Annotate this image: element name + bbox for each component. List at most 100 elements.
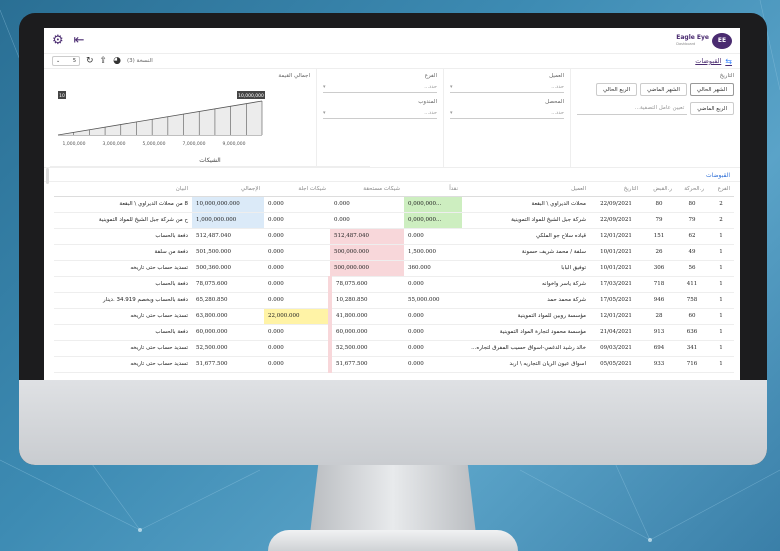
filters-panel: التاريخ الشهر الحالي الشهر الماضي الربع …	[44, 68, 740, 168]
table-scrollbar[interactable]	[46, 168, 49, 184]
column-header[interactable]: ر.الحركة	[676, 182, 708, 197]
table-cell: 79	[642, 212, 676, 229]
filter-input[interactable]: تعيين عامل التصفية...	[577, 102, 688, 115]
chart-x-tick-label: 5,000,000	[143, 141, 166, 147]
app-logo[interactable]: Eagle Eye Dashboard EE	[676, 32, 732, 49]
table-cell: 1	[708, 356, 734, 373]
table-cell: 12/01/2021	[590, 308, 642, 325]
settings-icon[interactable]: ⚙	[52, 33, 64, 48]
date-filter: التاريخ الشهر الحالي الشهر الماضي الربع …	[570, 69, 740, 167]
column-header[interactable]: التاريخ	[590, 182, 642, 197]
table-row[interactable]: 1 341 694 09/03/2021 خالد رشيد الدغمي-اسواق …	[54, 340, 734, 357]
table-cell: 60	[676, 308, 708, 325]
table-cell: 0.000	[264, 244, 330, 261]
table-cell: سلفة / محمد شريف حسونة	[462, 244, 590, 261]
table-cell: محلات الديراوي \ البقعة	[462, 196, 590, 213]
collector-select[interactable]: حدد... ▾	[450, 107, 564, 119]
logo-subtitle: Dashboard	[676, 41, 696, 46]
table-cell: 1	[708, 244, 734, 261]
table-cell: مؤسسة محمود لتجارة المواد التموينية	[462, 324, 590, 341]
table-cell: 56	[676, 260, 708, 277]
refresh-icon[interactable]: ↻	[86, 56, 94, 66]
table-cell: 49	[676, 244, 708, 261]
last-month-button[interactable]: الشهر الماضي	[640, 83, 687, 96]
column-header[interactable]: البيان	[54, 182, 192, 197]
table-cell: 0.000	[404, 276, 462, 293]
table-cell: 80	[642, 196, 676, 213]
column-header[interactable]: الفرع	[708, 182, 734, 197]
page-title[interactable]: القبوضات	[695, 57, 721, 65]
chart-x-tick-label: 9,000,000	[223, 141, 246, 147]
table-cell: 758	[676, 292, 708, 309]
tab-receipts[interactable]: القبوضات	[702, 170, 734, 181]
chevron-down-icon: ▾	[450, 109, 453, 116]
date-label: التاريخ	[719, 73, 734, 79]
table-cell: 500,000.000	[330, 260, 404, 277]
column-header[interactable]: الإجمالي	[192, 182, 264, 197]
share-icon[interactable]: ⇪	[100, 56, 108, 66]
total-value-chart: اجمالي القيمة 10 10,000,000 1,000,000 3,0…	[44, 69, 316, 167]
table-cell: شركة محمد حمد	[462, 292, 590, 309]
table-cell: 411	[676, 276, 708, 293]
table-cell: 512,487.040	[192, 228, 264, 245]
table-cell: اسواق عيون الريان التجاريه \ اربد	[462, 356, 590, 373]
table-cell: 1,500.000	[404, 244, 462, 261]
column-header[interactable]: ر.القبض	[642, 182, 676, 197]
branch-label: الفرع	[424, 73, 437, 79]
logo-title: Eagle Eye	[676, 33, 709, 41]
table-row[interactable]: 1 758 946 17/05/2021 شركة محمد حمد 55,000.000…	[54, 292, 734, 309]
table-row[interactable]: 1 49 26 10/01/2021 سلفة / محمد شريف حسونة 1,5…	[54, 244, 734, 261]
table-cell: ح من شركة جبل الشيخ للمواد التموينية	[54, 212, 192, 229]
column-header[interactable]: العميل	[462, 182, 590, 197]
table-row[interactable]: 1 60 28 12/01/2021 مؤسسة روبين للمواد التموي…	[54, 308, 734, 325]
table-cell: 0.000	[264, 292, 330, 309]
table-cell: 946	[642, 292, 676, 309]
table-cell: 512,487.040	[330, 228, 404, 245]
table-cell: 1	[708, 292, 734, 309]
table-cell: 28	[642, 308, 676, 325]
table-row[interactable]: 2 79 79 22/09/2021 شركة جبل الشيخ للمواد الت…	[54, 212, 734, 229]
table-row[interactable]: 1 411 718 17/03/2021 شركة ياسر واخوانه 0.000 7…	[54, 276, 734, 293]
table-cell: 51,677.500	[328, 356, 404, 373]
table-cell: 0,000,000...	[404, 196, 462, 213]
table-cell: 52,500.000	[192, 340, 264, 357]
column-header[interactable]: شيكات اجلة	[264, 182, 330, 197]
client-collector-filters: العميل حدد... ▾ المحصل حدد... ▾	[443, 69, 570, 167]
chevron-down-icon: ▾	[323, 109, 326, 116]
table-row[interactable]: 1 716 933 05/05/2021 اسواق عيون الريان التجا…	[54, 356, 734, 373]
current-month-button[interactable]: الشهر الحالي	[689, 83, 734, 96]
logout-icon[interactable]: ⇤	[74, 33, 85, 48]
palette-icon[interactable]: ◕	[113, 56, 121, 66]
table-cell: 0.000	[264, 356, 330, 373]
table-cell: شركة ياسر واخوانه	[462, 276, 590, 293]
table-cell: 0.000	[264, 260, 330, 277]
table-cell: 62	[676, 228, 708, 245]
table-cell: خالد رشيد الدغمي-اسواق حسيب المفرق لتجار…	[462, 340, 590, 357]
table-cell: 1,000,000.000	[192, 212, 264, 229]
client-select[interactable]: حدد... ▾	[450, 81, 564, 93]
table-cell: دفعة بالحساب	[54, 324, 192, 341]
table-cell: 151	[642, 228, 676, 245]
table-cell: 51,677.500	[192, 356, 264, 373]
current-quarter-button[interactable]: الربع الحالي	[595, 83, 638, 96]
filter-icon[interactable]: ⇆	[725, 57, 732, 66]
page-size-select[interactable]: ⌄ 5	[52, 56, 80, 66]
branch-select[interactable]: حدد... ▾	[323, 81, 437, 93]
table-cell: 0.000	[404, 308, 462, 325]
table-row[interactable]: 1 62 151 12/01/2021 قياده سلاح جو الملكي 0.00…	[54, 228, 734, 245]
rep-label: المندوب	[418, 99, 437, 105]
column-header[interactable]: نقداً	[404, 182, 462, 197]
table-row[interactable]: 1 56 306 10/01/2021 توفيق البابا 360.000 500,0…	[54, 260, 734, 277]
table-cell: 0.000	[330, 196, 404, 213]
table-row[interactable]: 1 636 913 21/04/2021 مؤسسة محمود لتجارة المو…	[54, 324, 734, 341]
table-cell: 17/03/2021	[590, 276, 642, 293]
table-cell: تسديد حساب حتى تاريخه	[54, 340, 192, 357]
table-cell: 09/03/2021	[590, 340, 642, 357]
table-row[interactable]: 2 80 80 22/09/2021 محلات الديراوي \ البقعة 0,…	[54, 196, 734, 213]
table-cell: 1	[708, 340, 734, 357]
rep-select[interactable]: حدد... ▾	[323, 107, 437, 119]
column-header[interactable]: شيكات مستحقة	[330, 182, 404, 197]
table-cell: 55,000.000	[404, 292, 462, 309]
last-quarter-button[interactable]: الربع الماضي	[690, 102, 734, 115]
chart-x-tick-label: 1,000,000	[63, 141, 86, 147]
